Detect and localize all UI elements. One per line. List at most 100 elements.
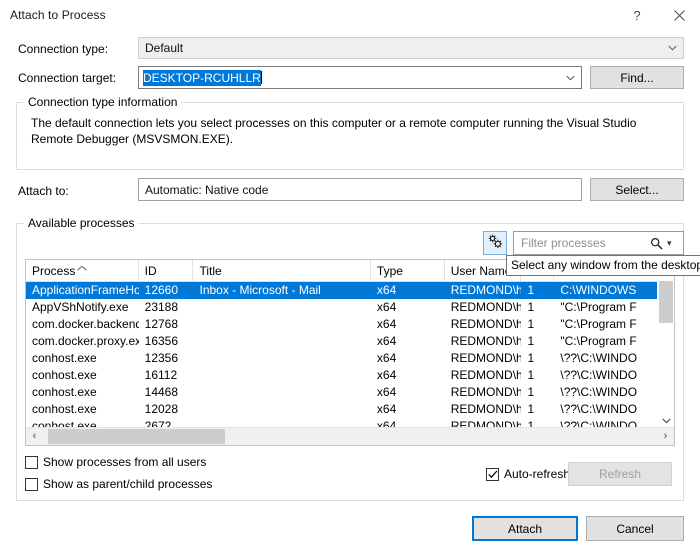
window-title: Attach to Process bbox=[10, 8, 106, 22]
cell-user: REDMOND\hahole bbox=[450, 317, 522, 331]
help-icon[interactable]: ? bbox=[616, 0, 658, 30]
chevron-right-icon[interactable]: › bbox=[657, 428, 674, 444]
cell-process: ApplicationFrameHo... bbox=[32, 283, 139, 297]
table-row[interactable]: conhost.exe16112x64REDMOND\hahole1\??\C:… bbox=[26, 367, 674, 384]
column-header-type[interactable]: Type bbox=[371, 260, 445, 281]
select-window-tooltip: Select any window from the desktop. bbox=[506, 255, 700, 276]
cell-process: com.docker.backend... bbox=[32, 317, 139, 331]
connection-type-label: Connection type: bbox=[18, 42, 109, 56]
available-processes-legend: Available processes bbox=[24, 216, 139, 230]
cell-type: x64 bbox=[376, 402, 397, 416]
cell-type: x64 bbox=[376, 385, 397, 399]
cell-user: REDMOND\hahole bbox=[450, 368, 522, 382]
vertical-scroll-thumb[interactable] bbox=[659, 281, 673, 323]
cell-title bbox=[193, 350, 370, 367]
cell-title bbox=[193, 299, 370, 316]
cell-user: REDMOND\hahole bbox=[450, 402, 522, 416]
cell-id: 12356 bbox=[144, 351, 179, 365]
column-header-label: Type bbox=[376, 263, 403, 278]
filter-processes-input[interactable]: Filter processes ▾ bbox=[513, 231, 684, 255]
cell-process: conhost.exe bbox=[32, 351, 97, 365]
text-caret bbox=[260, 71, 262, 84]
process-list-horizontal-scrollbar[interactable]: ‹ › bbox=[26, 427, 674, 445]
cell-id: 16112 bbox=[144, 368, 178, 382]
process-list-vertical-scrollbar[interactable] bbox=[657, 281, 674, 429]
connection-target-value: DESKTOP-RCUHLLR bbox=[143, 69, 261, 86]
cell-session: 1 bbox=[527, 402, 535, 416]
chevron-down-icon bbox=[668, 44, 677, 53]
connection-target-combo[interactable]: DESKTOP-RCUHLLR bbox=[138, 66, 582, 89]
cell-id: 14468 bbox=[144, 385, 179, 399]
table-row[interactable]: conhost.exe14468x64REDMOND\hahole1\??\C:… bbox=[26, 384, 674, 401]
table-row[interactable]: conhost.exe12356x64REDMOND\hahole1\??\C:… bbox=[26, 350, 674, 367]
connection-type-combo[interactable]: Default bbox=[138, 37, 684, 59]
cell-title bbox=[193, 401, 370, 418]
gears-icon bbox=[487, 233, 504, 253]
auto-refresh-checkbox[interactable]: Auto-refresh bbox=[486, 467, 570, 481]
column-header-label: ID bbox=[144, 263, 157, 278]
cell-type: x64 bbox=[376, 317, 397, 331]
close-icon[interactable] bbox=[658, 0, 700, 30]
cell-user: REDMOND\hahole bbox=[450, 334, 522, 348]
process-list-body: ApplicationFrameHo... 12660 Inbox - Micros… bbox=[26, 282, 674, 435]
cancel-button[interactable]: Cancel bbox=[586, 516, 684, 541]
cell-title bbox=[193, 384, 370, 401]
checkbox-box bbox=[486, 467, 499, 481]
select-window-button[interactable] bbox=[483, 231, 507, 255]
cell-session: 1 bbox=[527, 283, 535, 297]
checkbox-box bbox=[25, 477, 38, 491]
table-row[interactable]: com.docker.proxy.exe 16356 x64 REDMOND\haho… bbox=[26, 333, 674, 350]
table-row[interactable]: conhost.exe12028x64REDMOND\hahole1\??\C:… bbox=[26, 401, 674, 418]
cell-session: 1 bbox=[527, 334, 535, 348]
cell-title: Inbox - Microsoft - Mail bbox=[199, 283, 321, 297]
cell-process: conhost.exe bbox=[32, 385, 97, 399]
table-row[interactable]: com.docker.backend... 12768 x64 REDMOND\hah… bbox=[26, 316, 674, 333]
cell-session: 1 bbox=[527, 368, 535, 382]
cell-title bbox=[193, 333, 370, 350]
cell-user: REDMOND\hahole bbox=[450, 283, 522, 297]
connection-info-legend: Connection type information bbox=[24, 95, 182, 109]
connection-info-text: The default connection lets you select p… bbox=[31, 116, 637, 146]
filter-options-chevron-icon[interactable]: ▾ bbox=[667, 238, 683, 249]
select-button[interactable]: Select... bbox=[590, 178, 684, 201]
cell-id: 12768 bbox=[144, 317, 179, 331]
process-list[interactable]: Process ID Title Type User Name Applicat… bbox=[25, 259, 675, 446]
attach-to-field[interactable]: Automatic: Native code bbox=[138, 178, 582, 201]
help-glyph: ? bbox=[633, 7, 641, 23]
show-as-parent-child-processes-checkbox[interactable]: Show as parent/child processes bbox=[25, 477, 212, 491]
horizontal-scroll-thumb[interactable] bbox=[48, 429, 225, 444]
sort-ascending-icon bbox=[76, 261, 87, 275]
column-header-label: Process bbox=[32, 263, 76, 278]
table-row[interactable]: ApplicationFrameHo... 12660 Inbox - Micros… bbox=[26, 282, 674, 299]
window-system-buttons: ? bbox=[616, 0, 700, 30]
cell-id: 12660 bbox=[144, 283, 179, 297]
cell-session: 1 bbox=[527, 317, 535, 331]
cell-session: 1 bbox=[527, 385, 535, 399]
chevron-left-icon[interactable]: ‹ bbox=[26, 428, 43, 444]
column-header-process[interactable]: Process bbox=[26, 260, 139, 281]
column-header-id[interactable]: ID bbox=[139, 260, 194, 281]
chevron-down-icon[interactable] bbox=[566, 73, 575, 82]
attach-to-value: Automatic: Native code bbox=[145, 182, 269, 197]
show-as-parent-child-processes-label: Show as parent/child processes bbox=[43, 477, 213, 491]
refresh-button[interactable]: Refresh bbox=[568, 462, 672, 486]
connection-target-label: Connection target: bbox=[18, 71, 117, 85]
attach-to-label: Attach to: bbox=[18, 184, 69, 198]
cell-user: REDMOND\hahole bbox=[450, 351, 522, 365]
cell-title bbox=[193, 367, 370, 384]
table-row[interactable]: AppVShNotify.exe23188x64REDMOND\hahole1"… bbox=[26, 299, 674, 316]
cell-process: conhost.exe bbox=[32, 402, 97, 416]
attach-button[interactable]: Attach bbox=[472, 516, 578, 541]
auto-refresh-label: Auto-refresh bbox=[504, 467, 571, 481]
cell-type: x64 bbox=[376, 283, 397, 297]
show-processes-from-all-users-checkbox[interactable]: Show processes from all users bbox=[25, 455, 206, 469]
cell-process: com.docker.proxy.exe bbox=[32, 334, 139, 348]
find-button[interactable]: Find... bbox=[590, 66, 684, 89]
connection-type-information-group: Connection type information The default … bbox=[16, 95, 684, 170]
filter-placeholder: Filter processes bbox=[521, 236, 606, 250]
column-header-title[interactable]: Title bbox=[193, 260, 371, 281]
cell-title bbox=[193, 316, 370, 333]
cell-type: x64 bbox=[376, 334, 397, 348]
cell-id: 23188 bbox=[144, 300, 179, 314]
connection-type-value: Default bbox=[145, 41, 184, 55]
